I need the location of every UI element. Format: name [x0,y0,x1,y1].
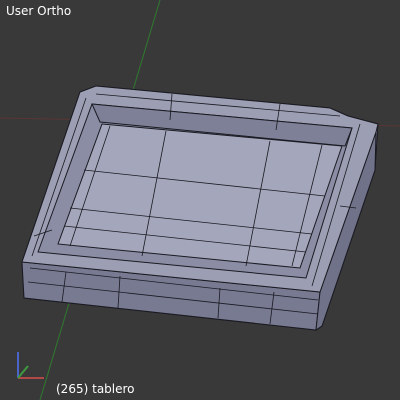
view-name-label: User Ortho [6,4,72,18]
object-name: tablero [92,382,135,396]
frame-number: (265) [56,382,89,396]
3d-viewport[interactable]: User Ortho (265) tablero [0,0,400,400]
tray-floor [57,123,343,269]
xyz-axes-icon [17,352,44,379]
mesh-scene[interactable] [0,0,400,400]
object-info-label: (265) tablero [56,382,135,396]
